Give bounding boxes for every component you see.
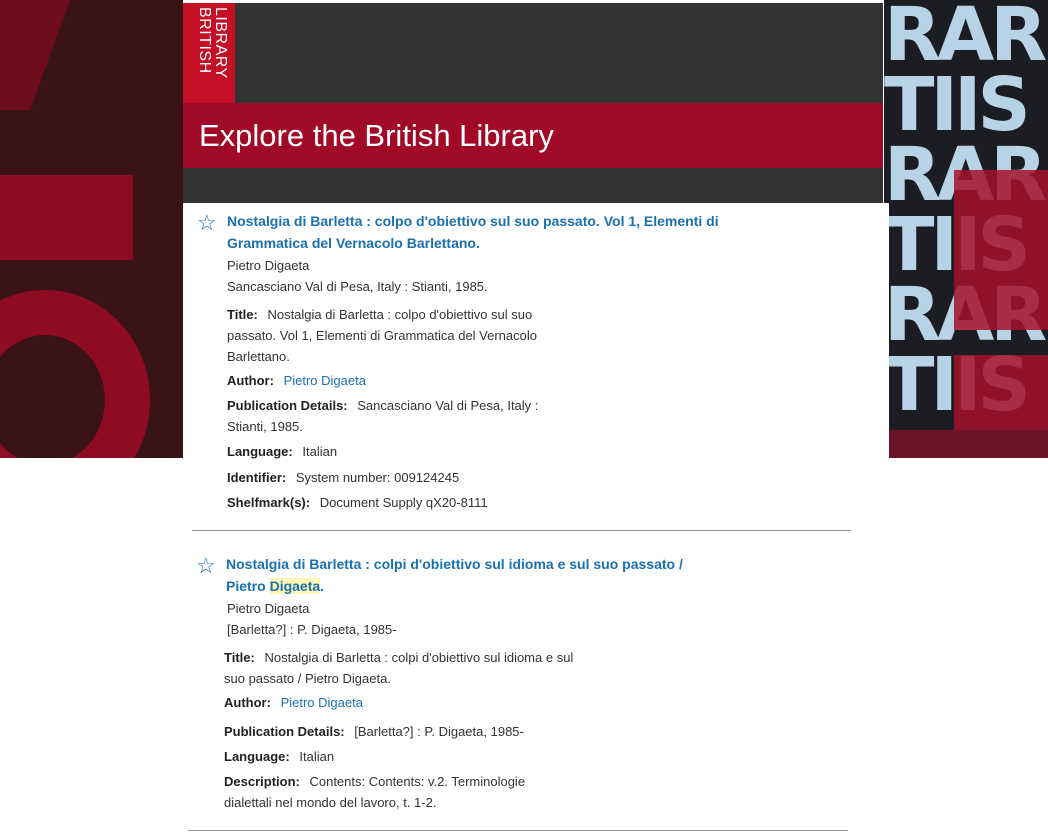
right-background-art: RAR TIIS RAR TIIS RAR TIIS <box>884 0 1048 458</box>
result-author-line: Pietro Digaeta <box>227 601 310 616</box>
results-panel: ☆ Nostalgia di Barletta : colpo d'obiett… <box>183 203 889 836</box>
result-imprint-line: [Barletta?] : P. Digaeta, 1985- <box>227 622 397 637</box>
result-title-link[interactable]: Nostalgia di Barletta : colpi d'obiettiv… <box>226 553 786 597</box>
field-language: Language: Italian <box>224 749 335 764</box>
left-background-art <box>0 0 183 458</box>
author-link[interactable]: Pietro Digaeta <box>284 373 366 388</box>
result-divider <box>192 530 851 531</box>
british-library-logo[interactable]: BRITISH LIBRARY <box>183 3 235 103</box>
star-outline-icon[interactable]: ☆ <box>197 212 217 234</box>
field-author: Author: Pietro Digaeta <box>227 373 366 388</box>
field-author: Author: Pietro Digaeta <box>224 695 363 710</box>
author-link[interactable]: Pietro Digaeta <box>281 695 363 710</box>
star-outline-icon[interactable]: ☆ <box>196 555 216 577</box>
toolbar-strip <box>183 168 883 203</box>
field-publication: Publication Details: [Barletta?] : P. Di… <box>224 724 524 739</box>
field-title: Title: Nostalgia di Barletta : colpi d'o… <box>224 650 574 686</box>
field-identifier: Identifier: System number: 009124245 <box>227 470 460 485</box>
top-bar <box>183 3 883 103</box>
page-banner: Explore the British Library <box>183 103 883 168</box>
field-description: Description: Contents: Contents: v.2. Te… <box>224 774 526 810</box>
field-shelfmark: Shelfmark(s): Document Supply qX20-8111 <box>227 495 488 510</box>
field-language: Language: Italian <box>227 444 338 459</box>
result-title-link[interactable]: Nostalgia di Barletta : colpo d'obiettiv… <box>227 210 727 254</box>
page-title: Explore the British Library <box>199 118 554 153</box>
result-author-line: Pietro Digaeta <box>227 258 310 273</box>
result-imprint-line: Sancasciano Val di Pesa, Italy : Stianti… <box>227 279 488 294</box>
result-divider <box>188 830 848 831</box>
field-publication: Publication Details: Sancasciano Val di … <box>227 398 539 434</box>
field-title: Title: Nostalgia di Barletta : colpo d'o… <box>227 307 537 364</box>
